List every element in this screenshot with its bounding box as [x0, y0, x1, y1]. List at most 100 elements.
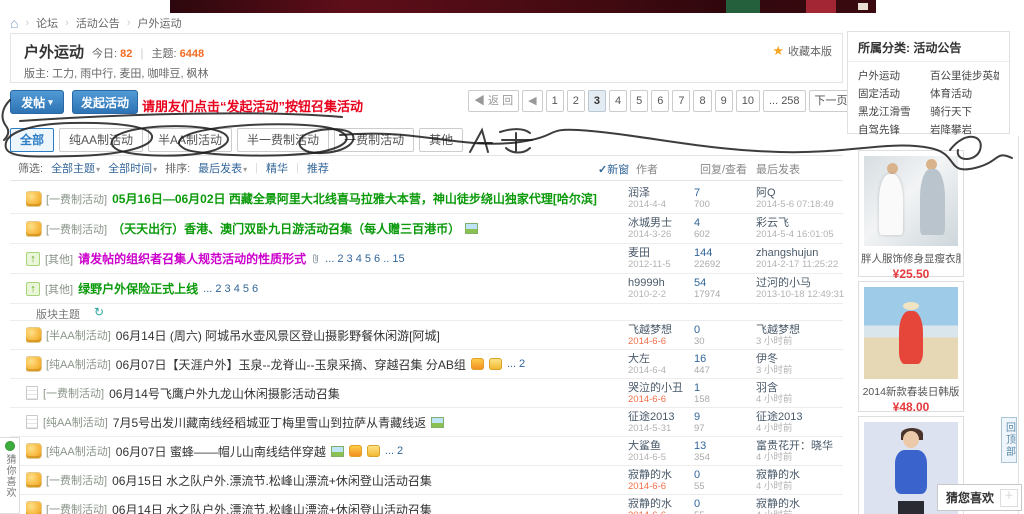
thread-type-tag[interactable]: [一费制活动]: [43, 385, 104, 401]
page-8[interactable]: 8: [693, 90, 711, 112]
thread-type-tag[interactable]: [一费制活动]: [46, 472, 107, 488]
new-window-toggle[interactable]: ✓新窗: [598, 161, 629, 177]
thread-type-tag[interactable]: [纯AA制活动]: [46, 443, 111, 459]
last-post-time[interactable]: 3 小时前: [756, 336, 844, 347]
last-post-time[interactable]: 4 小时前: [756, 481, 844, 492]
tab-half-aa[interactable]: 半AA制活动: [148, 128, 232, 152]
thread-title-link[interactable]: （天天出行）香港、澳门双卧九日游活动召集（每人赠三百港币）: [112, 220, 460, 237]
breadcrumb-current[interactable]: 户外运动: [137, 15, 181, 31]
page-10[interactable]: 10: [736, 90, 760, 112]
thread-author-link[interactable]: 飞越梦想: [628, 324, 696, 336]
thread-author-link[interactable]: 冰城男士: [628, 217, 696, 229]
thread-title-link[interactable]: 06月14日 (周六) 阿城吊水壶风景区登山摄影野餐休闲游[阿城]: [116, 327, 440, 344]
product-image[interactable]: [864, 287, 958, 379]
thread-type-tag[interactable]: [其他]: [45, 251, 73, 267]
category-link[interactable]: 骑行天下: [930, 104, 999, 119]
product-name[interactable]: 2014新款春装日韩版: [861, 384, 961, 399]
thread-title-link[interactable]: 05月16日—06月02日 西藏全景阿里大北线喜马拉雅大本营，神山徒步绕山独家代…: [112, 190, 597, 207]
category-link[interactable]: 固定活动: [858, 86, 922, 101]
tab-all[interactable]: 全部: [10, 128, 54, 152]
thread-type-tag[interactable]: [其他]: [45, 281, 73, 297]
last-poster-link[interactable]: 寂静的水: [756, 498, 844, 510]
favorite-forum-button[interactable]: ★ 收藏本版: [772, 43, 832, 59]
category-link[interactable]: 百公里徒步英雄会: [930, 68, 999, 83]
filter-time-dropdown[interactable]: 全部时间▾: [108, 160, 157, 176]
thread-author-link[interactable]: 哭泣的小丑: [628, 382, 696, 394]
last-post-time[interactable]: 2014-5-4 16:01:05: [756, 229, 844, 240]
thread-title-link[interactable]: 06月14号飞鹰户外九龙山休闲摄影活动召集: [109, 385, 340, 402]
reply-count-link[interactable]: 0: [694, 498, 750, 510]
start-activity-button[interactable]: 发起活动: [72, 90, 138, 114]
page-4[interactable]: 4: [609, 90, 627, 112]
category-link[interactable]: 岩降攀岩: [930, 122, 999, 137]
last-poster-link[interactable]: 富贵花开：晓华: [756, 440, 844, 452]
refresh-icon[interactable]: ↻: [94, 305, 104, 319]
new-post-button[interactable]: 发帖▾: [10, 90, 64, 114]
reply-count-link[interactable]: 13: [694, 440, 750, 452]
reply-count-link[interactable]: 1: [694, 382, 750, 394]
guess-you-like-side-tab[interactable]: 猜你喜欢: [0, 437, 20, 514]
thread-title-link[interactable]: 请发帖的组织者召集人规范活动的性质形式: [78, 250, 306, 267]
breadcrumb-forum[interactable]: 论坛: [36, 15, 58, 31]
page-1[interactable]: 1: [546, 90, 564, 112]
last-post-time[interactable]: 2014-2-17 11:25:22: [756, 259, 844, 270]
page-6[interactable]: 6: [651, 90, 669, 112]
thread-author-link[interactable]: 征途2013: [628, 411, 696, 423]
filter-type-dropdown[interactable]: 全部主题▾: [51, 160, 100, 176]
ad-product-card[interactable]: 胖人服饰修身显瘦衣服 ¥25.50: [858, 150, 964, 277]
thread-title-link[interactable]: 绿野户外保险正式上线: [78, 280, 198, 297]
reply-count-link[interactable]: 7: [694, 187, 750, 199]
thread-author-link[interactable]: 大左: [628, 353, 696, 365]
page-3-current[interactable]: 3: [588, 90, 606, 112]
last-poster-link[interactable]: zhangshujun: [756, 247, 844, 259]
category-link[interactable]: 户外运动: [858, 68, 922, 83]
thread-title-link[interactable]: 7月5号出发川藏南线经稻城亚丁梅里雪山到拉萨从青藏线返: [113, 414, 426, 431]
last-poster-link[interactable]: 伊冬: [756, 353, 844, 365]
page-jump[interactable]: ... 258: [763, 90, 806, 112]
tab-one-fee[interactable]: 一费制活动: [334, 128, 414, 152]
reply-count-link[interactable]: 54: [694, 277, 750, 289]
page-2[interactable]: 2: [567, 90, 585, 112]
thread-author-link[interactable]: h9999h: [628, 277, 696, 289]
prev-page-button[interactable]: ◀: [522, 90, 542, 112]
page-7[interactable]: 7: [672, 90, 690, 112]
back-to-top-button[interactable]: 回顶部: [1001, 417, 1017, 463]
last-post-time[interactable]: 3 小时前: [756, 365, 844, 376]
reply-count-link[interactable]: 0: [694, 324, 750, 336]
thread-pagination[interactable]: ... 2: [385, 445, 403, 457]
thread-pagination[interactable]: ... 2 3 4 5 6 .. 15: [325, 253, 405, 265]
digest-filter[interactable]: 精华: [266, 160, 288, 176]
thread-author-link[interactable]: 寂静的水: [628, 498, 696, 510]
last-post-time[interactable]: 4 小时前: [756, 510, 844, 514]
back-button[interactable]: ◀ 返 回: [468, 90, 519, 112]
thread-type-tag[interactable]: [半AA制活动]: [46, 327, 111, 343]
product-name[interactable]: 胖人服饰修身显瘦衣服: [861, 251, 961, 266]
last-post-time[interactable]: 2013-10-18 12:49:31: [756, 289, 844, 300]
tab-half-fee[interactable]: 半一费制活动: [237, 128, 329, 152]
reply-count-link[interactable]: 9: [694, 411, 750, 423]
thread-title-link[interactable]: 06月14日 水之队户外.漂流节.松峰山漂流+休闲登山活动召集: [112, 501, 432, 514]
last-poster-link[interactable]: 彩云飞: [756, 217, 844, 229]
last-post-time[interactable]: 4 小时前: [756, 452, 844, 463]
last-poster-link[interactable]: 征途2013: [756, 411, 844, 423]
thread-pagination[interactable]: ... 2: [507, 358, 525, 370]
thread-title-link[interactable]: 06月07日【天涯户外】玉泉--龙脊山--玉泉采摘、穿越召集 分AB组: [116, 356, 466, 373]
thread-type-tag[interactable]: [一费制活动]: [46, 221, 107, 237]
breadcrumb-category[interactable]: 活动公告: [76, 15, 120, 31]
expand-button[interactable]: ＋: [1000, 489, 1018, 507]
thread-title-link[interactable]: 06月07日 蜜蜂——帽儿山南线结伴穿越: [116, 443, 326, 460]
tab-pure-aa[interactable]: 纯AA制活动: [59, 128, 143, 152]
reply-count-link[interactable]: 4: [694, 217, 750, 229]
last-poster-link[interactable]: 阿Q: [756, 187, 844, 199]
ad-product-card[interactable]: 2014新款春装日韩版 ¥48.00: [858, 281, 964, 412]
last-poster-link[interactable]: 寂静的水: [756, 469, 844, 481]
last-poster-link[interactable]: 羽含: [756, 382, 844, 394]
page-5[interactable]: 5: [630, 90, 648, 112]
last-post-time[interactable]: 2014-5-6 07:18:49: [756, 199, 844, 210]
category-link[interactable]: 自驾先锋: [858, 122, 922, 137]
thread-author-link[interactable]: 大鲨鱼: [628, 440, 696, 452]
category-link[interactable]: 体育活动: [930, 86, 999, 101]
product-image[interactable]: [864, 156, 958, 246]
last-poster-link[interactable]: 飞越梦想: [756, 324, 844, 336]
reply-count-link[interactable]: 0: [694, 469, 750, 481]
